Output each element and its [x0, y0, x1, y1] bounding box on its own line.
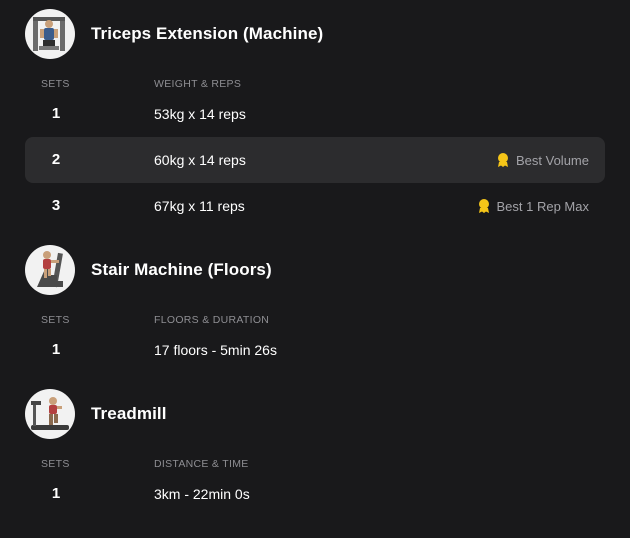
record-label: Best Volume	[516, 152, 589, 168]
record-label: Best 1 Rep Max	[496, 198, 590, 214]
set-number: 1	[51, 341, 61, 358]
treadmill-icon[interactable]	[25, 389, 75, 439]
set-row: 1 3km - 22min 0s	[25, 471, 605, 517]
set-value: 53kg x 14 reps	[154, 106, 246, 122]
record-badge: Best Volume	[496, 152, 589, 168]
set-row: 3 67kg x 11 reps Best 1 Rep Max	[25, 183, 605, 229]
exercise-title[interactable]: Treadmill	[91, 404, 167, 424]
set-number: 2	[51, 151, 61, 168]
workout-detail: Triceps Extension (Machine) SETS WEIGHT …	[0, 0, 630, 538]
set-value: 3km - 22min 0s	[154, 486, 250, 502]
set-number: 1	[51, 105, 61, 122]
set-number: 3	[51, 197, 61, 214]
set-value: 17 floors - 5min 26s	[154, 342, 277, 358]
set-number: 1	[51, 485, 61, 502]
set-row: 1 53kg x 14 reps	[25, 91, 605, 137]
column-header-sets: SETS	[41, 458, 70, 470]
set-value: 60kg x 14 reps	[154, 152, 246, 168]
set-value: 67kg x 11 reps	[154, 198, 245, 214]
exercise-header[interactable]: Stair Machine (Floors)	[0, 245, 630, 297]
exercise-title[interactable]: Triceps Extension (Machine)	[91, 24, 323, 44]
column-header-data: FLOORS & DURATION	[154, 314, 270, 326]
column-header-data: DISTANCE & TIME	[154, 458, 249, 470]
column-header-data: WEIGHT & REPS	[154, 78, 242, 90]
exercise-stair-machine: Stair Machine (Floors) SETS FLOORS & DUR…	[0, 245, 630, 358]
exercise-treadmill: Treadmill SETS DISTANCE & TIME 1 3km - 2…	[0, 389, 630, 502]
set-row: 1 17 floors - 5min 26s	[25, 327, 605, 373]
medal-icon	[478, 199, 489, 213]
column-header-sets: SETS	[41, 78, 70, 90]
stair-machine-icon[interactable]	[25, 245, 75, 295]
exercise-triceps-extension: Triceps Extension (Machine) SETS WEIGHT …	[0, 9, 630, 214]
medal-icon	[498, 153, 508, 167]
exercise-header[interactable]: Treadmill	[0, 389, 630, 441]
exercise-header[interactable]: Triceps Extension (Machine)	[0, 9, 630, 61]
column-header-sets: SETS	[41, 314, 70, 326]
exercise-title[interactable]: Stair Machine (Floors)	[91, 260, 272, 280]
triceps-machine-icon[interactable]	[25, 9, 75, 59]
set-row: 2 60kg x 14 reps Best Volume	[25, 137, 605, 183]
record-badge: Best 1 Rep Max	[477, 198, 590, 214]
